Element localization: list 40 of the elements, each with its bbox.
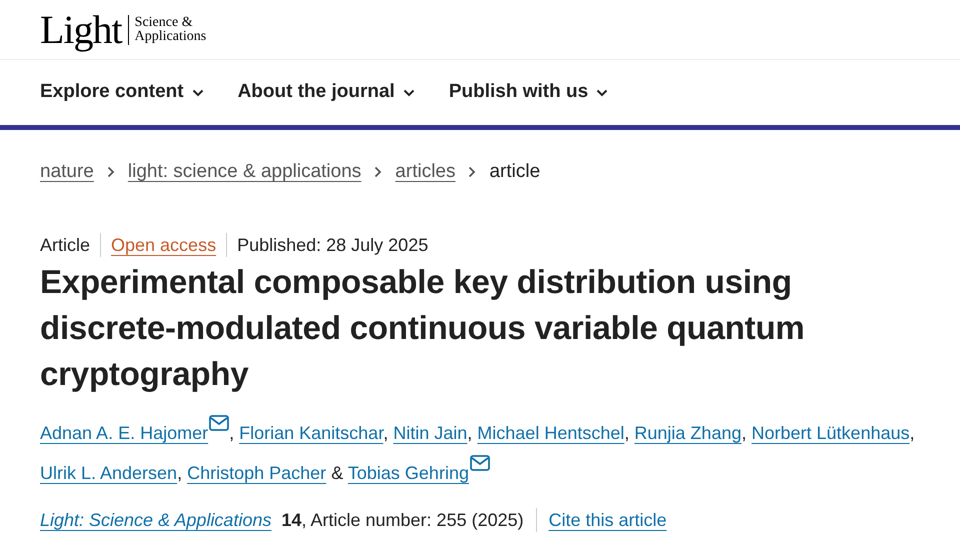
author-link[interactable]: Norbert Lütkenhaus — [752, 422, 910, 442]
chevron-right-icon — [106, 166, 115, 178]
breadcrumb-current: article — [489, 160, 540, 184]
comma: , — [910, 422, 915, 442]
author-link[interactable]: Runjia Zhang — [634, 422, 742, 442]
comma: , — [624, 422, 630, 442]
article-title: Experimental composable key distribution using discrete-modulated continuous variable quantum cryptography — [40, 262, 806, 394]
chevron-down-icon — [402, 88, 415, 96]
chevron-right-icon — [374, 166, 382, 178]
author-link[interactable]: Florian Kanitschar — [239, 422, 384, 442]
nav-menu-button[interactable]: About the journal — [238, 78, 415, 107]
author-link[interactable]: Ulrik L. Andersen — [40, 462, 178, 482]
nav-menu-button[interactable]: Publish with us — [448, 78, 608, 107]
article-type: Article — [40, 234, 90, 256]
author-link[interactable]: Adnan A. E. Hajomer — [40, 422, 208, 442]
volume-number: 14 — [281, 508, 302, 532]
author-link[interactable]: Christoph Pacher — [187, 462, 326, 482]
journal-link[interactable]: Light: Science & Applications — [40, 506, 272, 534]
breadcrumb-link[interactable]: articles — [395, 158, 456, 186]
chevron-down-icon — [192, 88, 204, 96]
envelope-icon[interactable] — [209, 414, 230, 430]
author-link[interactable]: Tobias Gehring — [348, 462, 469, 482]
chevron-right-icon — [468, 166, 476, 178]
comma: , — [467, 422, 472, 442]
published-date: Published: 28 July 2025 — [237, 234, 428, 256]
cite-article-link[interactable]: Cite this article — [548, 506, 667, 534]
breadcrumb-link[interactable]: nature — [40, 158, 94, 186]
ampersand: & — [330, 462, 344, 482]
author-link[interactable]: Michael Hentschel — [477, 422, 624, 442]
envelope-icon[interactable] — [470, 454, 490, 470]
comma: , — [177, 462, 182, 482]
nav-menu-button[interactable]: Explore content — [40, 78, 204, 107]
comma: , — [741, 422, 746, 442]
chevron-down-icon — [596, 88, 608, 96]
open-access-link[interactable]: Open access — [111, 232, 216, 256]
article-number: , Article number: 255 (2025) — [302, 508, 524, 532]
comma: , — [383, 422, 388, 442]
breadcrumb-link[interactable]: light: science & applications — [128, 158, 362, 186]
author-link[interactable]: Nitin Jain — [393, 422, 468, 442]
comma: , — [229, 422, 234, 442]
